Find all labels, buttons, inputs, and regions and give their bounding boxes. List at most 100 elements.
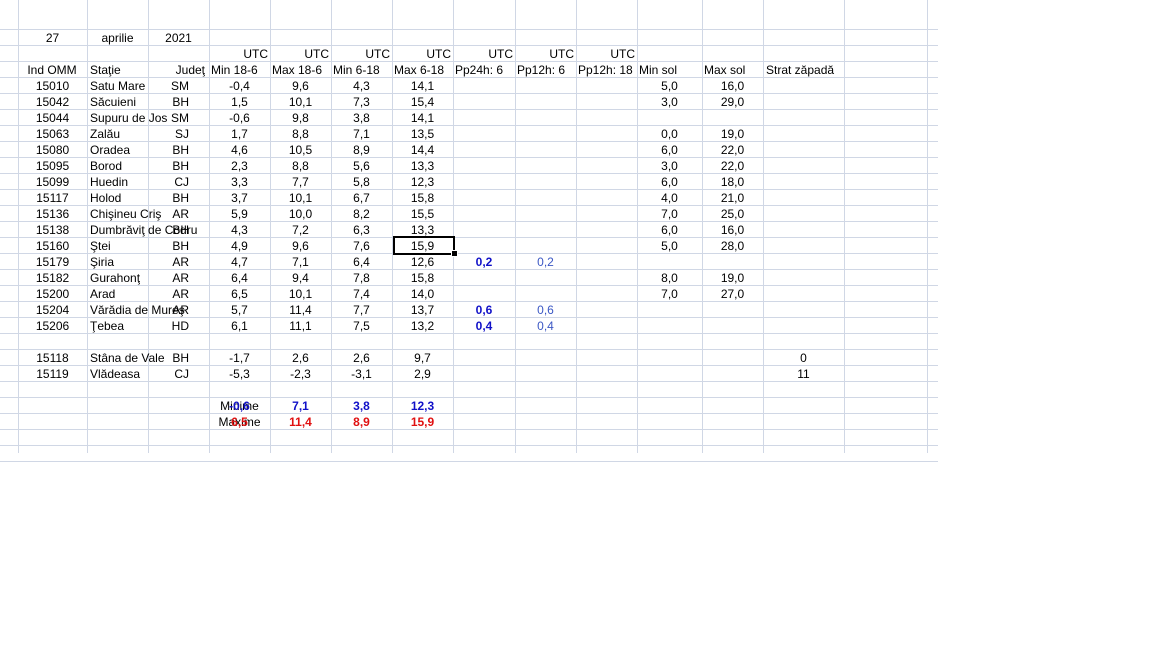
station-pp24-cell[interactable]: 0,2	[456, 254, 512, 270]
station-min-sol-cell[interactable]: 8,0	[640, 270, 699, 286]
station-name-cell[interactable]: Supuru de Jos	[90, 110, 167, 126]
station-county-cell[interactable]: AR	[151, 270, 189, 286]
station-snow-cell[interactable]	[766, 94, 841, 110]
station-pp12-6-cell[interactable]: 0,2	[518, 254, 573, 270]
station-county-cell[interactable]: BH	[151, 142, 189, 158]
column-header-cell[interactable]: Judeţ	[151, 62, 205, 78]
station-max6-18-cell[interactable]: 9,7	[395, 350, 450, 366]
station-pp12-6-cell[interactable]	[518, 174, 573, 190]
station-max-sol-cell[interactable]: 22,0	[705, 142, 760, 158]
station-min6-18-cell[interactable]: 7,6	[334, 238, 389, 254]
station-name-cell[interactable]: Chişineu Criş	[90, 206, 161, 222]
station-pp12-6-cell[interactable]	[518, 190, 573, 206]
station-id-cell[interactable]: 15095	[21, 158, 84, 174]
station-min6-18-cell[interactable]: 6,4	[334, 254, 389, 270]
station-max18-6-cell[interactable]: 2,6	[273, 350, 328, 366]
station-min-sol-cell[interactable]: 3,0	[640, 94, 699, 110]
station-pp24-cell[interactable]	[456, 126, 512, 142]
station-min18-6-cell[interactable]: -0,6	[212, 110, 267, 126]
utc-label-cell[interactable]: UTC	[518, 46, 574, 62]
utc-label-cell[interactable]: UTC	[456, 46, 513, 62]
station-min6-18-cell[interactable]: 7,7	[334, 302, 389, 318]
column-header-cell[interactable]: Min 18-6	[211, 62, 266, 78]
station-snow-cell[interactable]	[766, 110, 841, 126]
station-max18-6-cell[interactable]: 7,1	[273, 254, 328, 270]
fill-handle[interactable]	[451, 250, 458, 257]
station-id-cell[interactable]: 15182	[21, 270, 84, 286]
station-county-cell[interactable]: SJ	[151, 126, 189, 142]
station-min18-6-cell[interactable]: 5,9	[212, 206, 267, 222]
station-min-sol-cell[interactable]: 6,0	[640, 174, 699, 190]
station-pp12-18-cell[interactable]	[579, 350, 634, 366]
station-county-cell[interactable]: BH	[151, 222, 189, 238]
station-pp24-cell[interactable]	[456, 78, 512, 94]
station-pp24-cell[interactable]	[456, 270, 512, 286]
station-pp12-18-cell[interactable]	[579, 158, 634, 174]
station-snow-cell[interactable]	[766, 286, 841, 302]
column-header-cell[interactable]: Ind OMM	[21, 62, 83, 78]
station-pp24-cell[interactable]	[456, 366, 512, 382]
station-snow-cell[interactable]	[766, 254, 841, 270]
station-max-sol-cell[interactable]: 19,0	[705, 126, 760, 142]
station-pp12-18-cell[interactable]	[579, 286, 634, 302]
station-min-sol-cell[interactable]	[640, 254, 699, 270]
station-max6-18-cell[interactable]: 13,5	[395, 126, 450, 142]
station-pp12-18-cell[interactable]	[579, 270, 634, 286]
station-max18-6-cell[interactable]: 10,1	[273, 286, 328, 302]
summary-maxime-value[interactable]: 15,9	[395, 414, 450, 430]
station-max6-18-cell[interactable]: 15,5	[395, 206, 450, 222]
station-max6-18-cell[interactable]: 13,3	[395, 222, 450, 238]
station-min6-18-cell[interactable]: 5,8	[334, 174, 389, 190]
station-pp12-6-cell[interactable]	[518, 206, 573, 222]
station-pp12-18-cell[interactable]	[579, 126, 634, 142]
station-pp24-cell[interactable]	[456, 238, 512, 254]
station-min-sol-cell[interactable]: 7,0	[640, 286, 699, 302]
station-snow-cell[interactable]	[766, 206, 841, 222]
station-name-cell[interactable]: Stâna de Vale	[90, 350, 165, 366]
station-name-cell[interactable]: Zalău	[90, 126, 145, 142]
station-name-cell[interactable]: Borod	[90, 158, 145, 174]
station-snow-cell[interactable]	[766, 318, 841, 334]
station-max6-18-cell[interactable]: 15,8	[395, 270, 450, 286]
station-pp12-18-cell[interactable]	[579, 254, 634, 270]
station-pp12-18-cell[interactable]	[579, 142, 634, 158]
station-min18-6-cell[interactable]: 4,7	[212, 254, 267, 270]
station-pp24-cell[interactable]	[456, 350, 512, 366]
station-pp12-6-cell[interactable]	[518, 126, 573, 142]
station-name-cell[interactable]: Holod	[90, 190, 145, 206]
station-max-sol-cell[interactable]	[705, 110, 760, 126]
station-snow-cell[interactable]	[766, 158, 841, 174]
date-day-cell[interactable]: 27	[21, 30, 84, 46]
station-id-cell[interactable]: 15160	[21, 238, 84, 254]
station-pp12-18-cell[interactable]	[579, 174, 634, 190]
column-header-cell[interactable]: Pp24h: 6	[455, 62, 511, 78]
station-id-cell[interactable]: 15138	[21, 222, 84, 238]
station-pp12-6-cell[interactable]	[518, 350, 573, 366]
station-snow-cell[interactable]	[766, 238, 841, 254]
station-min-sol-cell[interactable]	[640, 318, 699, 334]
station-id-cell[interactable]: 15063	[21, 126, 84, 142]
station-name-cell[interactable]: Arad	[90, 286, 145, 302]
station-max-sol-cell[interactable]: 22,0	[705, 158, 760, 174]
station-id-cell[interactable]: 15118	[21, 350, 84, 366]
station-max6-18-cell[interactable]: 14,4	[395, 142, 450, 158]
station-max-sol-cell[interactable]	[705, 254, 760, 270]
station-max18-6-cell[interactable]: 11,1	[273, 318, 328, 334]
station-min18-6-cell[interactable]: -1,7	[212, 350, 267, 366]
station-min-sol-cell[interactable]: 5,0	[640, 238, 699, 254]
column-header-cell[interactable]: Max 18-6	[272, 62, 327, 78]
station-min-sol-cell[interactable]: 6,0	[640, 142, 699, 158]
utc-label-cell[interactable]: UTC	[395, 46, 451, 62]
column-header-cell[interactable]: Min 6-18	[333, 62, 388, 78]
station-min18-6-cell[interactable]: 6,1	[212, 318, 267, 334]
station-snow-cell[interactable]	[766, 126, 841, 142]
station-max6-18-cell[interactable]: 2,9	[395, 366, 450, 382]
station-id-cell[interactable]: 15136	[21, 206, 84, 222]
station-pp12-6-cell[interactable]: 0,6	[518, 302, 573, 318]
utc-label-cell[interactable]: UTC	[579, 46, 635, 62]
date-month-cell[interactable]: aprilie	[90, 30, 145, 46]
station-pp24-cell[interactable]	[456, 286, 512, 302]
station-max-sol-cell[interactable]: 19,0	[705, 270, 760, 286]
station-pp24-cell[interactable]	[456, 190, 512, 206]
station-county-cell[interactable]: BH	[151, 158, 189, 174]
